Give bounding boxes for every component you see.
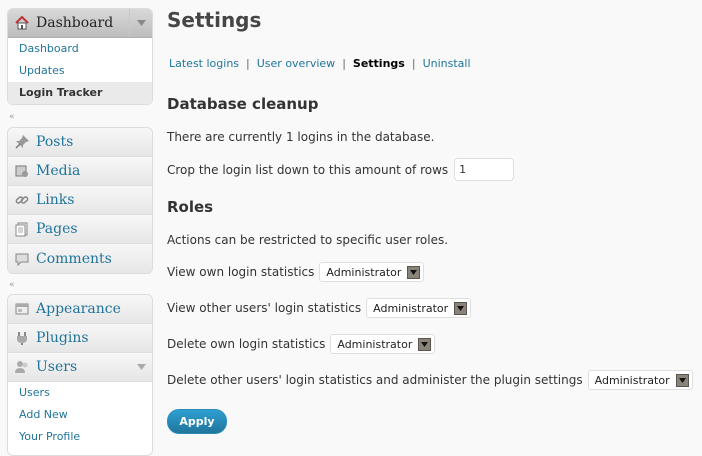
dropdown-arrow-icon [407, 265, 421, 279]
menu-plugins-label: Plugins [36, 330, 89, 346]
menu-content-group: Posts Media Links Pages Comments [7, 127, 153, 274]
submenu-item-add-new[interactable]: Add New [8, 404, 152, 426]
comment-icon [14, 251, 30, 267]
submenu-item-dashboard[interactable]: Dashboard [8, 38, 152, 60]
tab-uninstall[interactable]: Uninstall [423, 57, 471, 70]
crop-rows-label: Crop the login list down to this amount … [167, 162, 449, 177]
media-icon [14, 163, 30, 179]
role-row-delete-others: Delete other users' login statistics and… [167, 370, 693, 390]
tab-separator: | [342, 57, 346, 70]
menu-users[interactable]: Users [8, 353, 152, 382]
menu-appearance[interactable]: Appearance [8, 295, 152, 324]
menu-media[interactable]: Media [8, 157, 152, 186]
apply-button[interactable]: Apply [167, 409, 227, 434]
tab-separator: | [246, 57, 250, 70]
users-icon [14, 359, 30, 375]
menu-dashboard-label: Dashboard [36, 15, 114, 31]
menu-posts-label: Posts [36, 134, 74, 150]
chevron-down-icon[interactable] [130, 353, 152, 381]
menu-links[interactable]: Links [8, 186, 152, 215]
menu-pages[interactable]: Pages [8, 215, 152, 244]
menu-appearance-label: Appearance [36, 301, 121, 317]
collapse-arrow-icon[interactable]: « [9, 281, 15, 290]
crop-rows-row: Crop the login list down to this amount … [167, 158, 515, 181]
collapse-arrow-icon[interactable]: « [9, 113, 15, 122]
link-icon [14, 192, 30, 208]
menu-links-label: Links [36, 192, 75, 208]
admin-sidebar: Dashboard Dashboard Updates Login Tracke… [0, 0, 160, 456]
dropdown-arrow-icon [418, 337, 432, 351]
users-submenu: Users Add New Your Profile [8, 382, 152, 448]
role-select-value: Administrator [594, 373, 670, 387]
sub-navigation: Latest logins | User overview | Settings | Uni… [169, 57, 471, 70]
home-icon [14, 15, 30, 31]
chevron-down-icon[interactable] [129, 9, 152, 37]
role-row-delete-own: Delete own login statistics Administrato… [167, 334, 436, 354]
dropdown-arrow-icon [454, 301, 468, 315]
role-select[interactable]: Administrator [366, 298, 472, 318]
dropdown-arrow-icon [675, 373, 689, 387]
crop-rows-input[interactable] [454, 158, 515, 181]
menu-dashboard[interactable]: Dashboard [8, 9, 152, 38]
role-select[interactable]: Administrator [330, 334, 436, 354]
menu-comments[interactable]: Comments [8, 244, 152, 273]
role-select-value: Administrator [337, 337, 413, 351]
menu-plugins[interactable]: Plugins [8, 324, 152, 353]
roles-intro-text: Actions can be restricted to specific us… [167, 233, 449, 247]
role-select[interactable]: Administrator [319, 262, 425, 282]
menu-pages-label: Pages [36, 221, 78, 237]
menu-media-label: Media [36, 163, 81, 179]
role-select[interactable]: Administrator [587, 370, 693, 390]
role-label: Delete own login statistics [167, 337, 326, 351]
submenu-item-users[interactable]: Users [8, 382, 152, 404]
database-status-text: There are currently 1 logins in the data… [167, 130, 435, 144]
menu-admin-group: Appearance Plugins Users Users Add New Y… [7, 294, 153, 456]
role-label: View other users' login statistics [167, 301, 362, 315]
dashboard-submenu: Dashboard Updates Login Tracker [8, 38, 152, 104]
menu-dashboard-group: Dashboard Dashboard Updates Login Tracke… [7, 8, 153, 105]
menu-posts[interactable]: Posts [8, 128, 152, 157]
roles-heading: Roles [167, 198, 214, 216]
appearance-icon [14, 301, 30, 317]
role-row-view-others: View other users' login statistics Admin… [167, 298, 472, 318]
menu-users-label: Users [36, 359, 78, 375]
tab-separator: | [411, 57, 416, 70]
role-label: Delete other users' login statistics and… [167, 373, 583, 387]
page-title: Settings [167, 8, 262, 32]
role-row-view-own: View own login statistics Administrator [167, 262, 425, 282]
role-select-value: Administrator [373, 301, 449, 315]
role-select-value: Administrator [326, 265, 402, 279]
pages-icon [14, 221, 30, 237]
database-cleanup-heading: Database cleanup [167, 95, 319, 113]
pushpin-icon [14, 134, 30, 150]
plugin-icon [14, 330, 30, 346]
tab-settings[interactable]: Settings [353, 57, 405, 70]
role-label: View own login statistics [167, 265, 315, 279]
tab-latest-logins[interactable]: Latest logins [169, 57, 239, 70]
menu-comments-label: Comments [36, 250, 112, 267]
submenu-item-login-tracker[interactable]: Login Tracker [8, 82, 152, 104]
submenu-item-updates[interactable]: Updates [8, 60, 152, 82]
tab-user-overview[interactable]: User overview [257, 57, 335, 70]
